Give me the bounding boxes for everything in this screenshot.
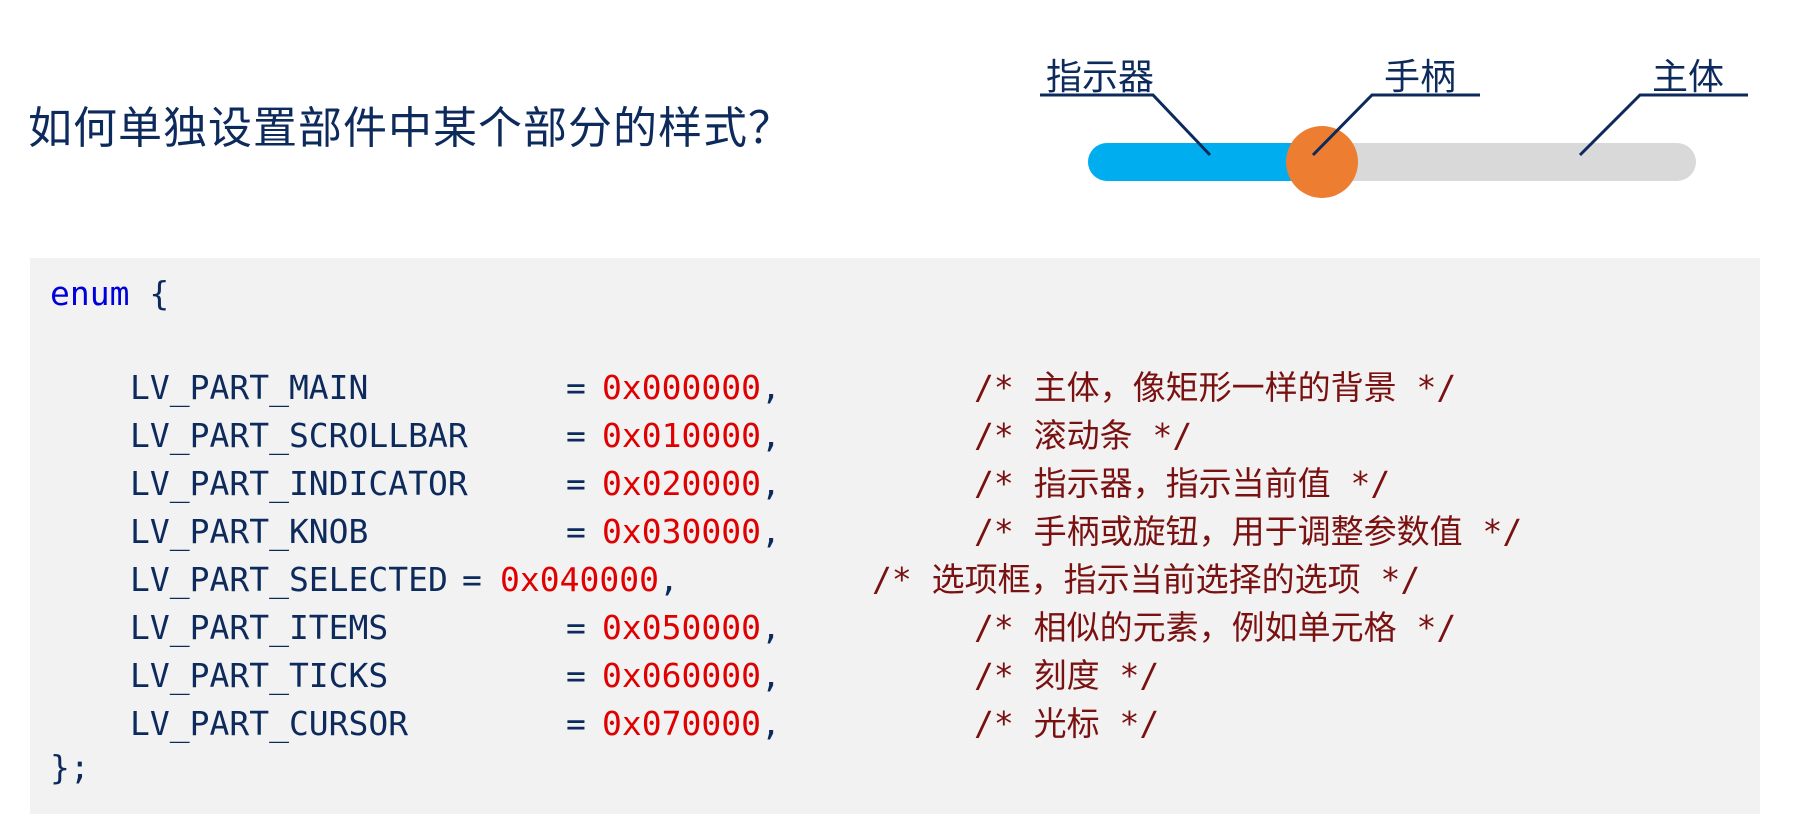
enum-entry-equals: = (566, 608, 586, 647)
enum-entry-value-group: 0x000000, (602, 368, 781, 408)
enum-open-line: enum { (50, 274, 169, 314)
enum-entry-equals: = (566, 704, 586, 743)
slider-diagram (1040, 93, 1748, 198)
enum-entry-value: 0x060000 (602, 656, 761, 695)
enum-entry-equals: = (462, 560, 482, 599)
main-label: 主体 (1652, 57, 1725, 98)
open-brace: { (149, 274, 170, 313)
enum-keyword: enum (50, 274, 130, 313)
enum-entry-comma: , (658, 560, 679, 599)
slider-knob (1286, 126, 1358, 198)
enum-entry-equals: = (566, 368, 586, 407)
enum-entry-name: LV_PART_CURSOR (130, 704, 409, 743)
enum-entry-name: LV_PART_SELECTED (130, 560, 448, 599)
enum-entry-comment: /* 滚动条 */ (974, 416, 1193, 455)
enum-entry-value-group: 0x050000, (602, 608, 781, 648)
enum-entry-value: 0x020000 (602, 464, 761, 503)
enum-entry-name: LV_PART_ITEMS (130, 608, 389, 647)
enum-entry-name: LV_PART_INDICATOR (130, 464, 468, 503)
enum-entry-name: LV_PART_KNOB (130, 512, 369, 551)
enum-entry-value-group: 0x060000, (602, 656, 781, 696)
enum-entry-value-group: 0x040000, (500, 560, 679, 600)
enum-entry-value-group: 0x030000, (602, 512, 781, 552)
enum-entry-comment: /* 相似的元素，例如单元格 */ (974, 608, 1457, 647)
enum-entry-equals: = (566, 512, 586, 551)
enum-entry-comma: , (760, 368, 781, 407)
enum-entry-value: 0x050000 (602, 608, 761, 647)
enum-entry-name: LV_PART_TICKS (130, 656, 389, 695)
enum-entry-equals: = (566, 416, 586, 455)
code-block: enum { LV_PART_MAIN = 0x000000, /* 主体，像矩形一样… (30, 258, 1760, 814)
enum-entry-comment: /* 主体，像矩形一样的背景 */ (974, 368, 1457, 407)
enum-entry-equals: = (566, 464, 586, 503)
enum-entry-comma: , (760, 416, 781, 455)
enum-close-line: }; (50, 748, 90, 787)
enum-entry-comment: /* 指示器，指示当前值 */ (974, 464, 1391, 503)
enum-entry-comment: /* 光标 */ (974, 704, 1160, 743)
enum-entry-comma: , (760, 464, 781, 503)
enum-entry-comment: /* 选项框，指示当前选择的选项 */ (872, 560, 1421, 599)
enum-entry-comma: , (760, 608, 781, 647)
enum-entry-name: LV_PART_SCROLLBAR (130, 416, 468, 455)
enum-entry-equals: = (566, 656, 586, 695)
enum-entry-value: 0x040000 (500, 560, 659, 599)
enum-entry-comment: /* 手柄或旋钮，用于调整参数值 */ (974, 512, 1523, 551)
enum-entry-value: 0x030000 (602, 512, 761, 551)
enum-entry-value-group: 0x010000, (602, 416, 781, 456)
enum-entry-value-group: 0x020000, (602, 464, 781, 504)
enum-entry-comment: /* 刻度 */ (974, 656, 1160, 695)
enum-entry-comma: , (760, 704, 781, 743)
enum-entry-name: LV_PART_MAIN (130, 368, 369, 407)
enum-entry-value: 0x070000 (602, 704, 761, 743)
enum-entry-comma: , (760, 656, 781, 695)
knob-label: 手柄 (1384, 57, 1457, 98)
indicator-label: 指示器 (1046, 57, 1155, 98)
enum-entry-value-group: 0x070000, (602, 704, 781, 744)
enum-entry-comma: , (760, 512, 781, 551)
enum-entry-value: 0x010000 (602, 416, 761, 455)
enum-entry-value: 0x000000 (602, 368, 761, 407)
